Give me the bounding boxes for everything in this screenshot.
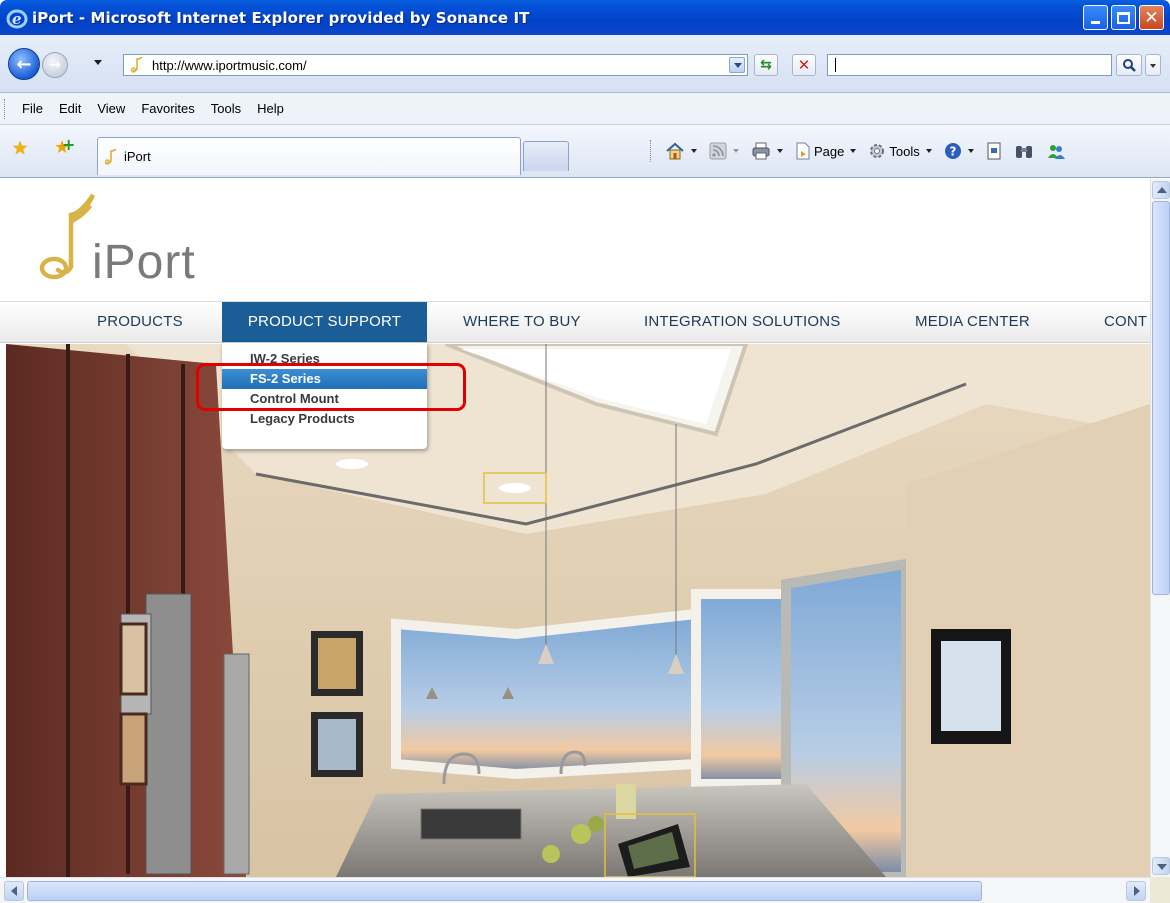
minimize-button[interactable]	[1083, 5, 1108, 30]
nav-contact[interactable]: CONT	[1104, 302, 1147, 342]
tab-label: iPort	[124, 149, 151, 164]
svg-text:?: ?	[949, 145, 956, 159]
recent-pages-dropdown[interactable]	[94, 60, 102, 65]
page-icon	[104, 147, 118, 165]
feeds-button[interactable]	[709, 142, 739, 160]
forward-button[interactable]: →	[42, 52, 68, 78]
window-title: iPort - Microsoft Internet Explorer prov…	[32, 8, 530, 27]
favorites-center-icon[interactable]: ★	[12, 138, 28, 159]
menu-view[interactable]: View	[97, 101, 125, 116]
menu-help[interactable]: Help	[257, 101, 284, 116]
horizontal-scroll-thumb[interactable]	[27, 881, 982, 901]
search-button[interactable]	[1116, 54, 1142, 76]
maximize-button[interactable]	[1111, 5, 1136, 30]
toolbar-separator	[650, 140, 651, 162]
minimize-icon	[1091, 21, 1100, 24]
annotation-highlight	[196, 363, 466, 411]
maximize-icon	[1117, 11, 1130, 24]
messenger-button[interactable]	[1046, 142, 1066, 160]
research-icon	[987, 142, 1001, 160]
blog-button[interactable]	[1014, 142, 1034, 160]
menu-tools[interactable]: Tools	[211, 101, 241, 116]
close-icon: ✕	[1144, 7, 1159, 28]
kitchen-illustration	[6, 344, 1150, 877]
address-toolbar: ← → http://www.iportmusic.com/ ⇆ ✕	[0, 35, 1170, 93]
logo-text: iPort	[92, 236, 196, 289]
nav-integration-solutions[interactable]: INTEGRATION SOLUTIONS	[644, 302, 840, 342]
menu-bar: File Edit View Favorites Tools Help	[0, 93, 1170, 125]
nav-media-center[interactable]: MEDIA CENTER	[915, 302, 1030, 342]
nav-product-support[interactable]: PRODUCT SUPPORT	[222, 302, 427, 342]
address-bar[interactable]: http://www.iportmusic.com/	[123, 54, 748, 76]
window-title-bar: e iPort - Microsoft Internet Explorer pr…	[0, 0, 1170, 35]
vertical-scroll-thumb[interactable]	[1152, 201, 1170, 595]
arrow-left-icon: ←	[16, 53, 32, 75]
address-dropdown-button[interactable]	[729, 57, 745, 73]
toolbar-grip	[4, 98, 8, 119]
tools-menu-button[interactable]: Tools	[868, 142, 932, 160]
page-menu-icon	[796, 142, 810, 160]
page-menu-label: Page	[814, 143, 845, 159]
scroll-down-button[interactable]	[1152, 857, 1170, 875]
nav-products[interactable]: PRODUCTS	[97, 302, 183, 342]
refresh-button[interactable]: ⇆	[754, 54, 778, 76]
rss-feed-icon	[709, 142, 727, 160]
iport-logo-icon	[39, 193, 96, 280]
stop-button[interactable]: ✕	[792, 54, 816, 76]
hero-kitchen-image	[6, 344, 1150, 877]
search-input[interactable]	[827, 54, 1112, 76]
help-icon: ?	[944, 143, 961, 159]
site-nav: PRODUCTS PRODUCT SUPPORT WHERE TO BUY IN…	[0, 301, 1150, 343]
scroll-right-button[interactable]	[1126, 881, 1146, 901]
command-bar: Page Tools ?	[650, 139, 1078, 163]
menu-file[interactable]: File	[22, 101, 43, 116]
binoculars-icon	[1015, 146, 1032, 158]
site-logo[interactable]: iPort	[36, 192, 236, 292]
search-icon	[1123, 59, 1136, 72]
home-icon	[666, 142, 684, 160]
scroll-up-button[interactable]	[1152, 181, 1170, 199]
vertical-scrollbar[interactable]	[1150, 179, 1170, 877]
research-button[interactable]	[986, 142, 1002, 160]
dropdown-item-legacy-products[interactable]: Legacy Products	[222, 409, 427, 429]
gear-icon	[870, 144, 885, 158]
new-tab-button[interactable]	[523, 141, 569, 171]
print-button[interactable]	[751, 142, 783, 160]
tab-bar: ★ ★ iPort Page Tools	[0, 125, 1170, 178]
page-icon	[130, 56, 144, 73]
page-viewport: iPort PRODUCTS PRODUCT SUPPORT WHERE TO …	[0, 179, 1150, 877]
horizontal-scrollbar[interactable]	[0, 877, 1150, 903]
scrollbar-corner	[1150, 877, 1170, 903]
search-options-dropdown[interactable]	[1145, 54, 1161, 76]
help-button[interactable]: ?	[944, 142, 974, 160]
printer-icon	[752, 142, 770, 160]
home-button[interactable]	[665, 142, 697, 160]
tools-menu-label: Tools	[889, 143, 920, 159]
refresh-icon: ⇆	[760, 57, 772, 73]
menu-edit[interactable]: Edit	[59, 101, 81, 116]
tab-iport[interactable]: iPort	[97, 137, 521, 175]
messenger-icon	[1047, 145, 1065, 159]
stop-icon: ✕	[797, 56, 811, 74]
add-favorite-icon[interactable]: ★	[54, 135, 76, 158]
close-button[interactable]: ✕	[1139, 5, 1164, 30]
menu-favorites[interactable]: Favorites	[141, 101, 194, 116]
address-input[interactable]: http://www.iportmusic.com/	[152, 58, 307, 73]
nav-where-to-buy[interactable]: WHERE TO BUY	[463, 302, 581, 342]
svg-text:e: e	[12, 10, 22, 28]
arrow-right-icon: →	[49, 57, 61, 73]
ie-logo-icon: e	[6, 7, 28, 29]
page-menu-button[interactable]: Page	[795, 142, 857, 160]
back-button[interactable]: ←	[8, 48, 40, 80]
scroll-left-button[interactable]	[4, 881, 24, 901]
